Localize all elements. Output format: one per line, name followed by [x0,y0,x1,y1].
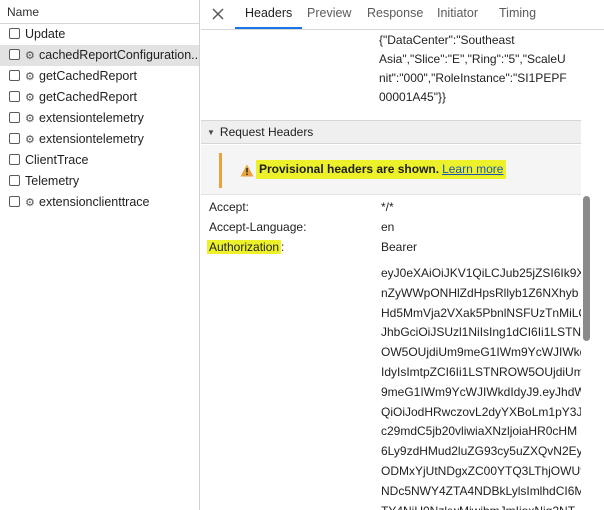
tab-headers[interactable]: Headers [235,0,303,29]
request-name: ClientTrace [25,153,89,167]
request-name: cachedReportConfiguration... [39,48,199,62]
request-name: Telemetry [25,174,80,188]
value-line: Asia","Slice":"E","Ring":"5","ScaleU [379,52,566,66]
gear-icon: ⚙ [25,50,35,62]
checkbox[interactable] [9,154,20,165]
authorization-highlight: Authorization [207,240,282,254]
request-list-item[interactable]: ⚙ getCachedReport [0,87,199,108]
request-name: getCachedReport [39,90,137,104]
header-value-accept-language: en [381,220,395,234]
request-name: getCachedReport [39,69,137,83]
request-list-item[interactable]: Telemetry [0,171,199,192]
checkbox[interactable] [9,70,20,81]
checkbox[interactable] [9,49,20,60]
checkbox[interactable] [9,28,20,39]
value-line: {"DataCenter":"Southeast [379,33,515,47]
key-colon: : [281,240,285,254]
gear-icon: ⚙ [25,71,35,83]
warning-text: Provisional headers are shown. [259,162,440,176]
token-line: nZyWWpONHlZdHpsRllyb1Z6NXhyb [381,285,579,300]
token-line: NDc5NWY4ZTA4NDBkLylsImlhdCI6M [381,483,581,498]
request-name: extensionclienttrace [39,195,150,209]
token-line: TY4NjU0NzkwMiwibmJmIjoxNjg2NT [381,502,581,510]
request-name: extensiontelemetry [39,132,144,146]
request-headers-section[interactable]: ▼ Request Headers [201,120,581,144]
tab-preview[interactable]: Preview [307,0,351,29]
tab-timing[interactable]: Timing [499,0,536,29]
token-line: IdyIsImtpZCI6Ii1LSTNROW5OUjdiUm [381,364,581,379]
gear-icon: ⚙ [25,134,35,146]
header-key-authorization: Authorization: [207,238,285,257]
checkbox[interactable] [9,112,20,123]
token-line: JhbGciOiJSUzl1NiIsIng1dCI6Ii1LSTNR [381,325,581,340]
checkbox[interactable] [9,196,20,207]
gear-icon: ⚙ [25,113,35,125]
header-value-authorization: Bearer [381,240,418,254]
request-list-item[interactable]: ClientTrace [0,150,199,171]
close-icon[interactable] [209,5,227,23]
tab-initiator[interactable]: Initiator [437,0,478,29]
header-key-accept: Accept: [209,200,250,214]
request-name: Update [25,27,66,41]
checkbox[interactable] [9,133,20,144]
request-list-item[interactable]: ⚙ extensiontelemetry [0,129,199,150]
gear-icon: ⚙ [25,197,35,209]
value-line: 00001A45"}} [379,90,446,104]
request-list: Update ⚙ cachedReportConfiguration... ⚙ getC… [0,24,199,213]
name-column-header[interactable]: Name [0,0,199,24]
request-list-item[interactable]: ⚙ getCachedReport [0,66,199,87]
request-details-pane: Headers Preview Response Initiator Timin… [201,0,604,510]
token-line: QiOiJodHRwczovL2dyYXBoLm1pY3Jv [381,404,581,419]
details-tab-bar: Headers Preview Response Initiator Timin… [201,0,604,30]
learn-more-link[interactable]: Learn more [442,162,503,176]
request-list-item[interactable]: Update [0,24,199,45]
provisional-headers-warning: Provisional headers are shown. Learn more [201,145,581,195]
request-list-item[interactable]: ⚙ extensiontelemetry [0,108,199,129]
token-line: OW5OUjdiUm9meG1IWm9YcWJIWkd [381,345,581,360]
value-line: nit":"000","RoleInstance":"SI1PEPF [379,71,567,85]
section-title: Request Headers [219,125,314,139]
checkbox[interactable] [9,175,20,186]
triangle-down-icon[interactable]: ▼ [207,121,215,144]
gear-icon: ⚙ [25,92,35,104]
request-list-item[interactable]: ⚙ extensionclienttrace [0,192,199,213]
header-value-accept: */* [381,200,394,214]
request-name: extensiontelemetry [39,111,144,125]
checkbox[interactable] [9,91,20,102]
request-list-item[interactable]: ⚙ cachedReportConfiguration... [0,45,199,66]
warning-message: Provisional headers are shown. Learn more [256,160,507,179]
token-line: c29mdC5jb20vliwiaXNzljoiaHR0cHM [381,424,578,439]
request-list-pane: Name Update ⚙ cachedReportConfiguration...… [0,0,200,510]
scrollbar-thumb[interactable] [583,196,590,341]
tab-response[interactable]: Response [367,0,423,29]
token-line: eyJ0eXAiOiJKV1QiLCJub25jZSI6Ik9Xa [381,266,581,280]
token-line: ODMxYjUtNDgxZC00YTQ3LThjOWUt [381,463,581,478]
warning-bar [219,153,222,188]
header-key-accept-language: Accept-Language: [209,220,307,234]
authorization-token: eyJ0eXAiOiJKV1QiLCJub25jZSI6Ik9Xa nZyWWpO… [381,264,581,510]
token-line: Hd5MmVja2VXak5PbnlNSFUzTnMiLC [381,305,581,320]
general-header-value: {"DataCenter":"Southeast Asia","Slice":"… [379,31,579,107]
token-line: 9meG1IWm9YcWJIWkdIdyJ9.eyJhdW [381,384,581,399]
warning-icon [240,164,254,177]
token-line: 6Ly9zdHMud2luZG93cy5uZXQvN2Ey [381,444,581,459]
